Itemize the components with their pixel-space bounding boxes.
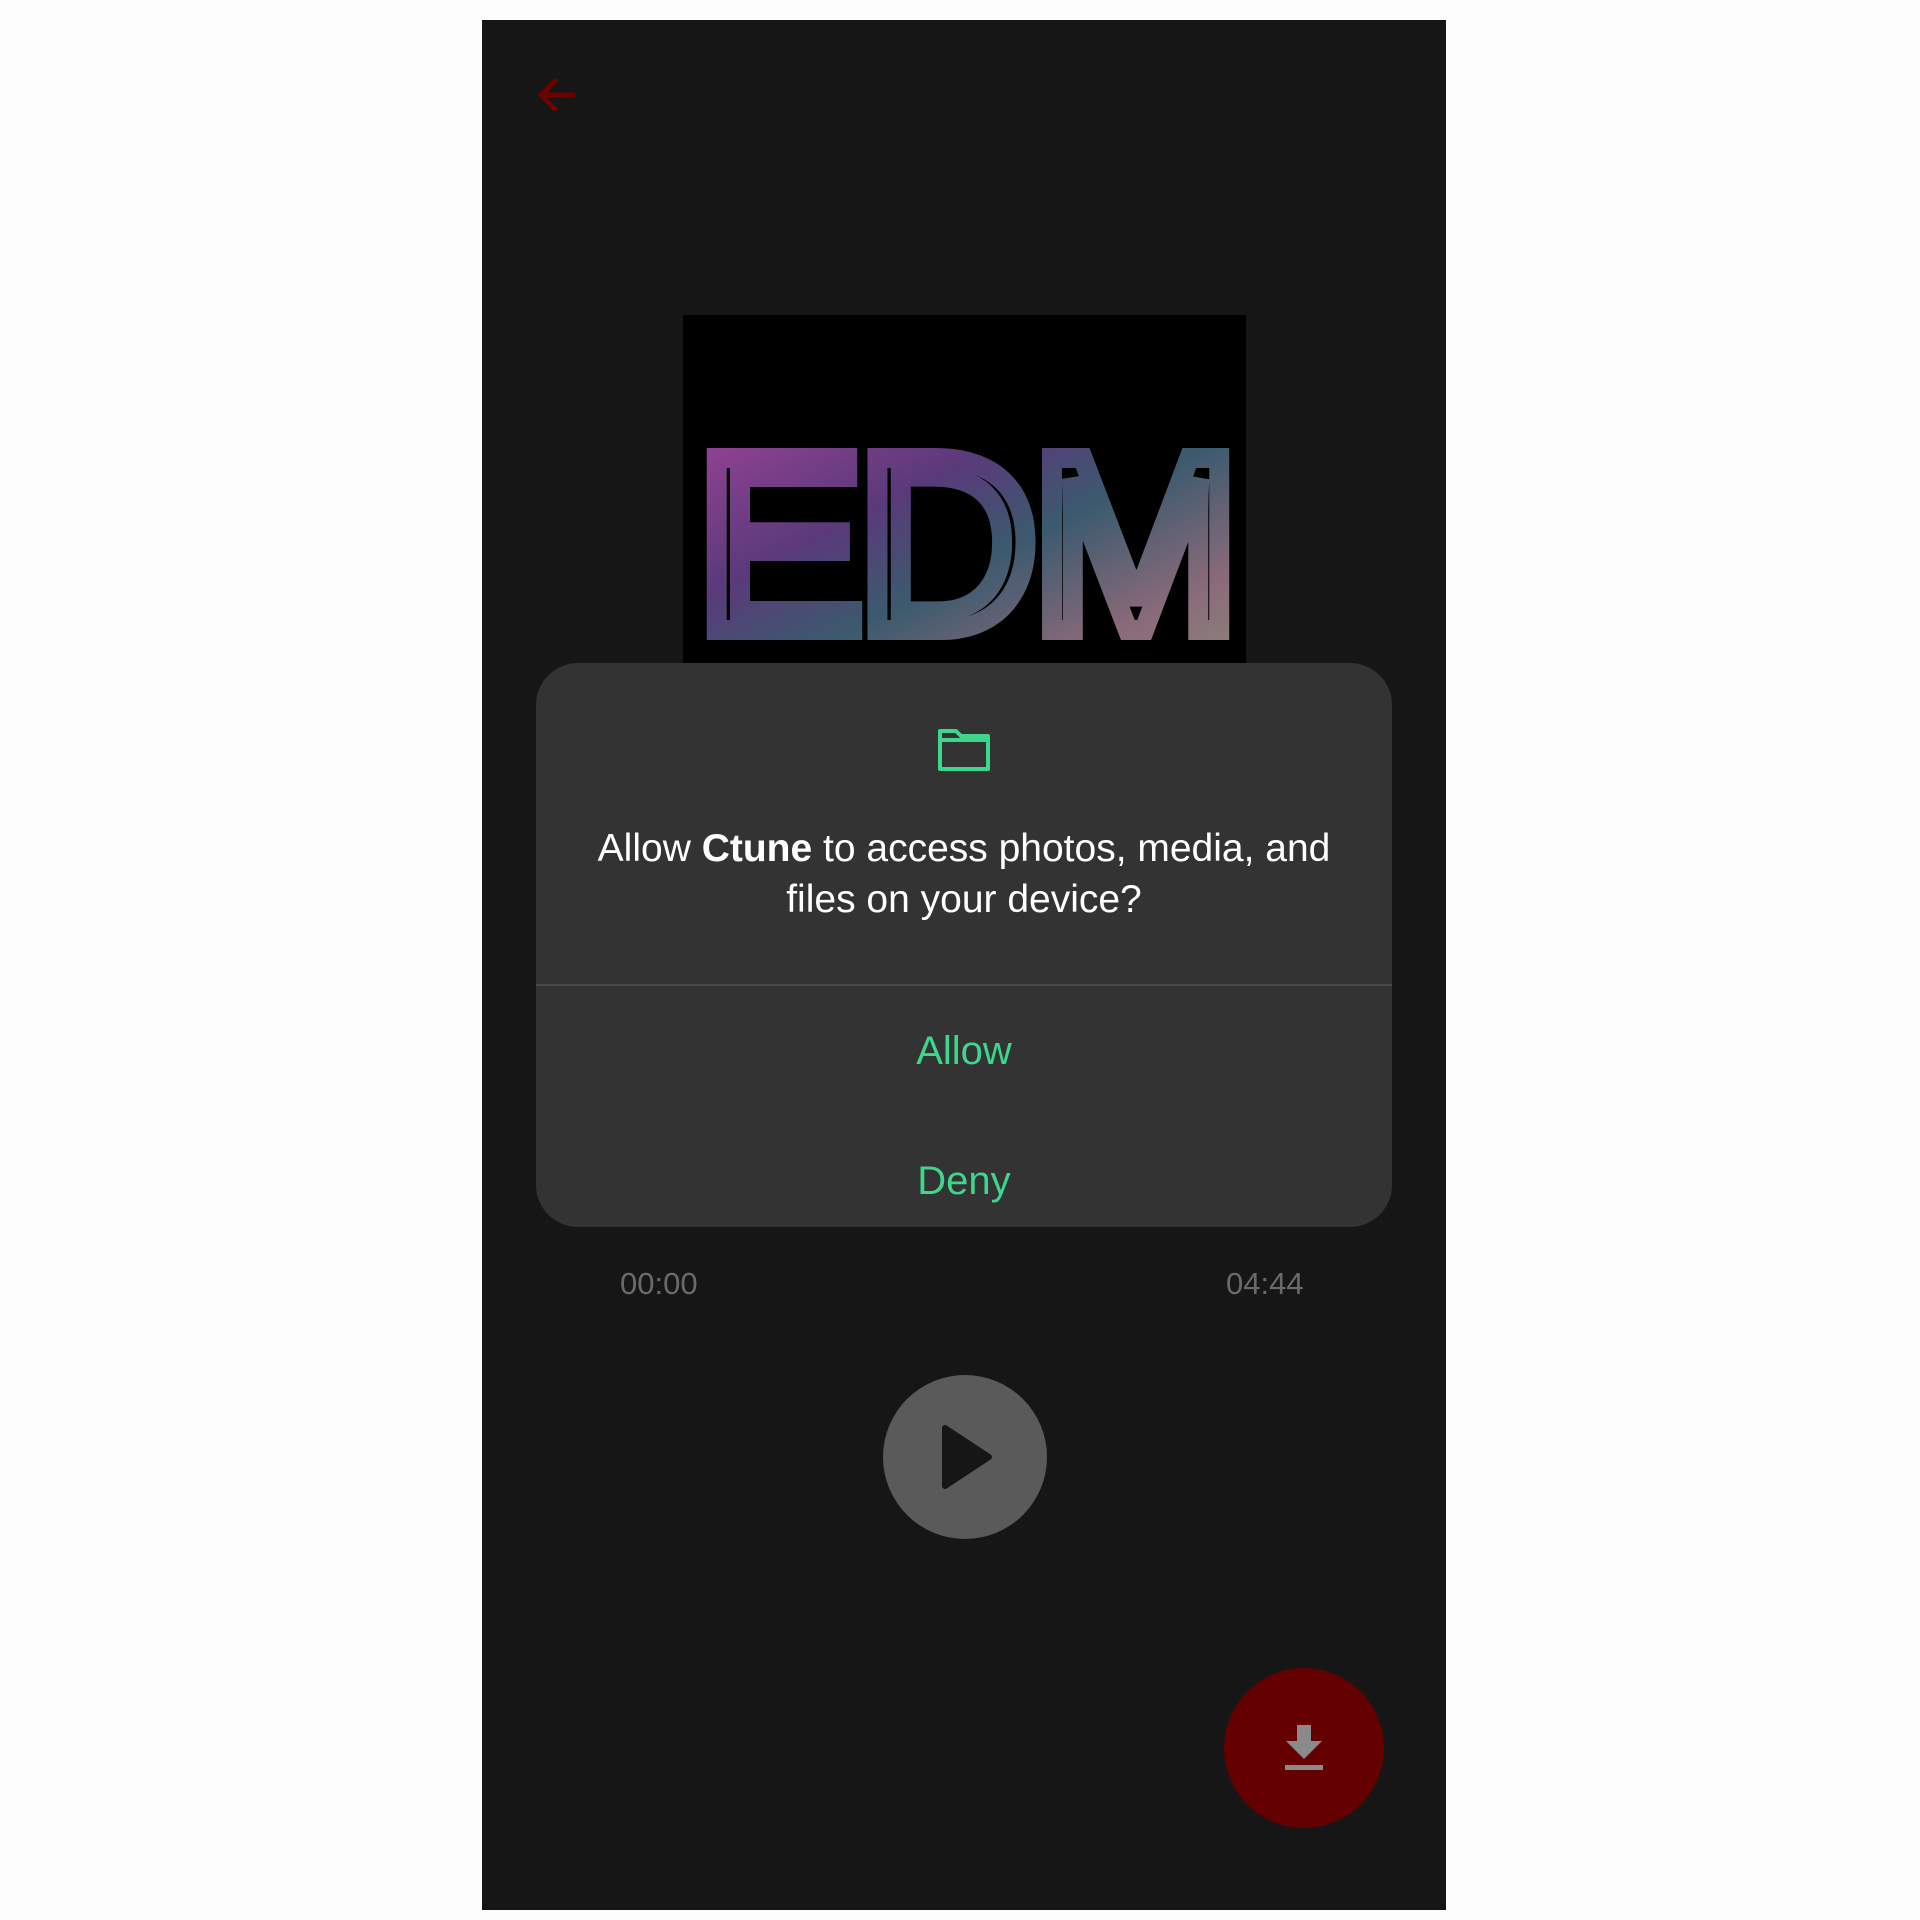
permission-dialog: Allow Ctune to access photos, media, and…	[536, 663, 1392, 1227]
download-button[interactable]	[1224, 1668, 1384, 1828]
dialog-message-prefix: Allow	[597, 827, 702, 870]
arrow-left-icon	[538, 78, 576, 112]
current-time: 00:00	[620, 1266, 698, 1301]
deny-button[interactable]: Deny	[536, 1126, 1392, 1227]
allow-button[interactable]: Allow	[536, 996, 1392, 1106]
folder-icon	[938, 729, 990, 771]
dialog-divider	[536, 984, 1392, 986]
dialog-message: Allow Ctune to access photos, media, and…	[566, 823, 1362, 925]
total-time: 04:44	[1226, 1266, 1304, 1301]
dialog-app-name: Ctune	[701, 827, 813, 870]
dialog-message-suffix: to access photos, media, and files on yo…	[786, 827, 1331, 921]
back-button[interactable]	[530, 68, 584, 122]
play-icon	[942, 1425, 992, 1489]
player-screen: EDM 00:00 04:44 Allow Ctune to access ph…	[482, 20, 1446, 1910]
album-art-title: EDM	[696, 404, 1234, 683]
download-icon	[1285, 1725, 1323, 1770]
play-button[interactable]	[883, 1375, 1047, 1539]
album-art: EDM	[683, 315, 1246, 705]
